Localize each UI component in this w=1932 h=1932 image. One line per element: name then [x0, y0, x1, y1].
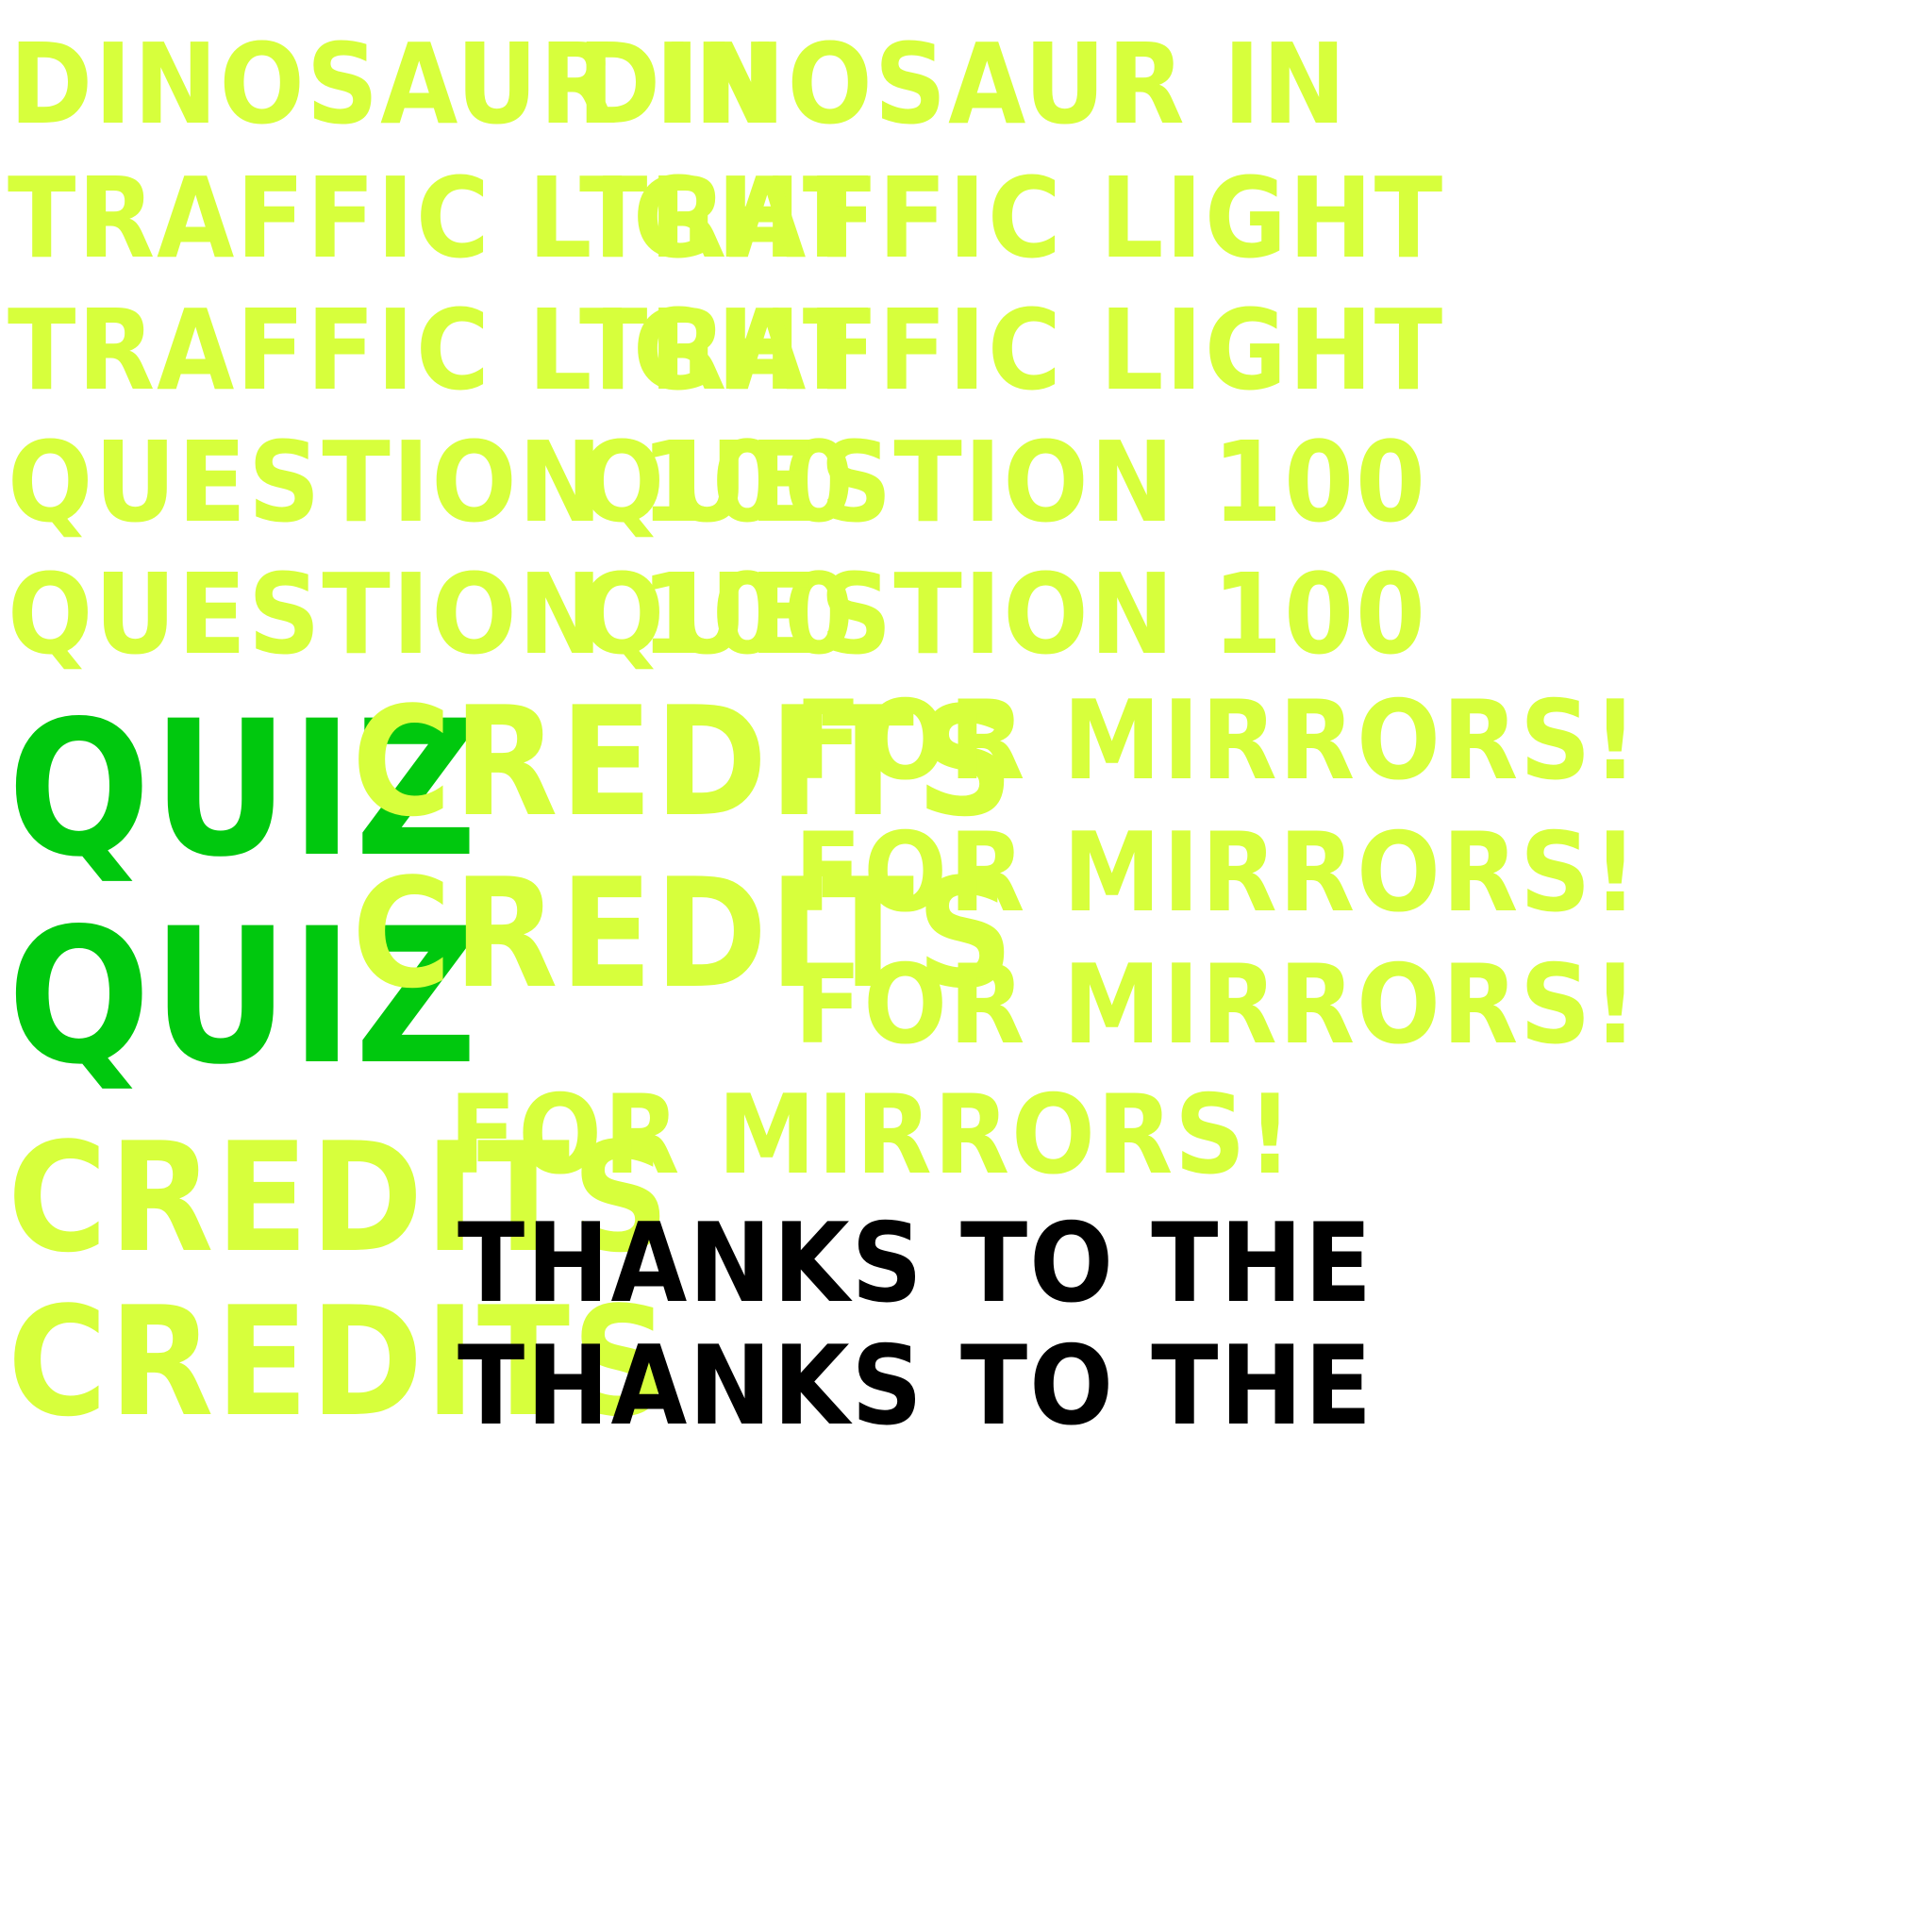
thanks-text-1: THANKS TO THE	[458, 1200, 1374, 1327]
dinosaur-text-2: DINOSAUR IN	[577, 19, 1348, 149]
mirrors-text-3: FOR MIRRORS!	[794, 941, 1640, 1069]
traffic-light-text-2: TRAFFIC LIGHT	[579, 153, 1445, 283]
question-text-2: QUESTION 100	[579, 417, 1427, 547]
canvas: DINOSAUR IN DINOSAUR IN TRAFFIC LIGHT TR…	[0, 0, 1932, 1932]
traffic-light-text-4: TRAFFIC LIGHT	[579, 285, 1445, 415]
thanks-text-2: THANKS TO THE	[458, 1323, 1374, 1450]
mirrors-text-1: FOR MIRRORS!	[794, 677, 1640, 805]
question-text-4: QUESTION 100	[579, 549, 1427, 679]
mirrors-text-2: FOR MIRRORS!	[794, 809, 1640, 937]
mirrors-text-4: FOR MIRRORS!	[449, 1072, 1294, 1199]
